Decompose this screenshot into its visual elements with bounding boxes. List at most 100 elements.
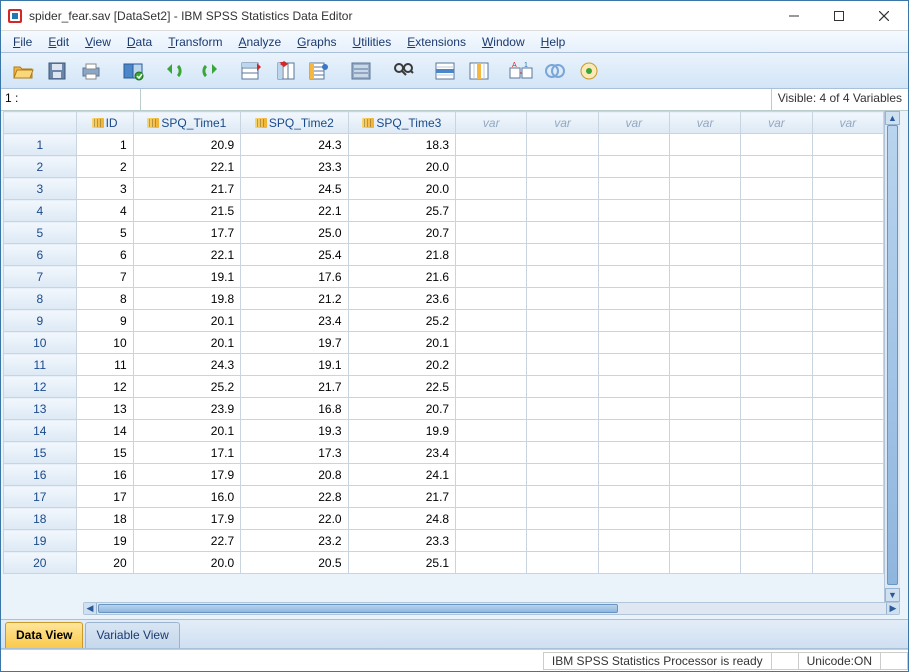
empty-cell[interactable] bbox=[741, 222, 812, 244]
row-header[interactable]: 13 bbox=[4, 398, 77, 420]
cell[interactable]: 17.7 bbox=[133, 222, 240, 244]
row-header[interactable]: 18 bbox=[4, 508, 77, 530]
menu-file[interactable]: File bbox=[5, 33, 40, 51]
cell[interactable]: 20.5 bbox=[241, 552, 348, 574]
cell[interactable]: 20.9 bbox=[133, 134, 240, 156]
cell[interactable]: 20.1 bbox=[133, 332, 240, 354]
empty-cell[interactable] bbox=[456, 244, 527, 266]
print-button[interactable] bbox=[75, 56, 107, 86]
empty-cell[interactable] bbox=[598, 442, 669, 464]
cell[interactable]: 22.8 bbox=[241, 486, 348, 508]
empty-column-header[interactable]: var bbox=[527, 112, 598, 134]
cell[interactable]: 20.8 bbox=[241, 464, 348, 486]
column-header-SPQ_Time2[interactable]: SPQ_Time2 bbox=[241, 112, 348, 134]
row-header[interactable]: 1 bbox=[4, 134, 77, 156]
table-row[interactable]: 2222.123.320.0 bbox=[4, 156, 884, 178]
empty-cell[interactable] bbox=[812, 464, 883, 486]
split-file-button[interactable]: A1 bbox=[505, 56, 537, 86]
row-header[interactable]: 4 bbox=[4, 200, 77, 222]
empty-cell[interactable] bbox=[741, 200, 812, 222]
empty-cell[interactable] bbox=[598, 134, 669, 156]
empty-cell[interactable] bbox=[812, 178, 883, 200]
row-header[interactable]: 20 bbox=[4, 552, 77, 574]
cell[interactable]: 19 bbox=[76, 530, 133, 552]
cell[interactable]: 20.0 bbox=[133, 552, 240, 574]
cell[interactable]: 21.5 bbox=[133, 200, 240, 222]
empty-cell[interactable] bbox=[598, 486, 669, 508]
empty-cell[interactable] bbox=[812, 332, 883, 354]
row-header[interactable]: 12 bbox=[4, 376, 77, 398]
empty-cell[interactable] bbox=[669, 134, 740, 156]
cell[interactable]: 9 bbox=[76, 310, 133, 332]
empty-cell[interactable] bbox=[527, 442, 598, 464]
empty-cell[interactable] bbox=[741, 442, 812, 464]
empty-cell[interactable] bbox=[456, 508, 527, 530]
empty-cell[interactable] bbox=[812, 552, 883, 574]
cell[interactable]: 17 bbox=[76, 486, 133, 508]
cell[interactable]: 24.1 bbox=[348, 464, 455, 486]
cell[interactable]: 19.3 bbox=[241, 420, 348, 442]
empty-cell[interactable] bbox=[456, 288, 527, 310]
cell[interactable]: 19.7 bbox=[241, 332, 348, 354]
empty-column-header[interactable]: var bbox=[741, 112, 812, 134]
table-row[interactable]: 131323.916.820.7 bbox=[4, 398, 884, 420]
scroll-right-arrow[interactable]: ▶ bbox=[886, 603, 899, 614]
weight-cases-button[interactable] bbox=[539, 56, 571, 86]
empty-cell[interactable] bbox=[669, 222, 740, 244]
empty-cell[interactable] bbox=[598, 464, 669, 486]
empty-cell[interactable] bbox=[812, 376, 883, 398]
menu-extensions[interactable]: Extensions bbox=[399, 33, 474, 51]
cell[interactable]: 22.1 bbox=[133, 156, 240, 178]
cell[interactable]: 21.2 bbox=[241, 288, 348, 310]
empty-cell[interactable] bbox=[598, 420, 669, 442]
cell[interactable]: 15 bbox=[76, 442, 133, 464]
empty-cell[interactable] bbox=[669, 200, 740, 222]
empty-cell[interactable] bbox=[669, 332, 740, 354]
row-header[interactable]: 17 bbox=[4, 486, 77, 508]
empty-cell[interactable] bbox=[456, 420, 527, 442]
empty-cell[interactable] bbox=[527, 310, 598, 332]
empty-cell[interactable] bbox=[598, 266, 669, 288]
row-header[interactable]: 16 bbox=[4, 464, 77, 486]
cell[interactable]: 25.4 bbox=[241, 244, 348, 266]
empty-cell[interactable] bbox=[669, 442, 740, 464]
column-header-SPQ_Time3[interactable]: SPQ_Time3 bbox=[348, 112, 455, 134]
empty-cell[interactable] bbox=[456, 178, 527, 200]
undo-button[interactable] bbox=[159, 56, 191, 86]
empty-cell[interactable] bbox=[598, 376, 669, 398]
empty-cell[interactable] bbox=[741, 420, 812, 442]
cell[interactable]: 14 bbox=[76, 420, 133, 442]
cell[interactable]: 21.7 bbox=[348, 486, 455, 508]
table-row[interactable]: 101020.119.720.1 bbox=[4, 332, 884, 354]
cell[interactable]: 24.3 bbox=[241, 134, 348, 156]
table-row[interactable]: 121225.221.722.5 bbox=[4, 376, 884, 398]
menu-graphs[interactable]: Graphs bbox=[289, 33, 344, 51]
close-button[interactable] bbox=[861, 2, 906, 30]
empty-column-header[interactable]: var bbox=[456, 112, 527, 134]
empty-cell[interactable] bbox=[598, 354, 669, 376]
cell[interactable]: 1 bbox=[76, 134, 133, 156]
empty-cell[interactable] bbox=[669, 310, 740, 332]
cell-value-input[interactable] bbox=[141, 89, 772, 110]
empty-cell[interactable] bbox=[669, 354, 740, 376]
cell[interactable]: 17.3 bbox=[241, 442, 348, 464]
cell[interactable]: 18 bbox=[76, 508, 133, 530]
empty-cell[interactable] bbox=[741, 398, 812, 420]
cell[interactable]: 7 bbox=[76, 266, 133, 288]
empty-cell[interactable] bbox=[669, 464, 740, 486]
cell[interactable]: 21.8 bbox=[348, 244, 455, 266]
empty-cell[interactable] bbox=[741, 310, 812, 332]
cell[interactable]: 23.4 bbox=[241, 310, 348, 332]
empty-cell[interactable] bbox=[812, 442, 883, 464]
empty-cell[interactable] bbox=[741, 354, 812, 376]
empty-cell[interactable] bbox=[669, 288, 740, 310]
empty-cell[interactable] bbox=[741, 552, 812, 574]
empty-cell[interactable] bbox=[527, 178, 598, 200]
empty-cell[interactable] bbox=[456, 200, 527, 222]
row-header[interactable]: 3 bbox=[4, 178, 77, 200]
table-row[interactable]: 3321.724.520.0 bbox=[4, 178, 884, 200]
empty-cell[interactable] bbox=[741, 332, 812, 354]
empty-cell[interactable] bbox=[741, 156, 812, 178]
cell[interactable]: 24.8 bbox=[348, 508, 455, 530]
empty-cell[interactable] bbox=[812, 420, 883, 442]
